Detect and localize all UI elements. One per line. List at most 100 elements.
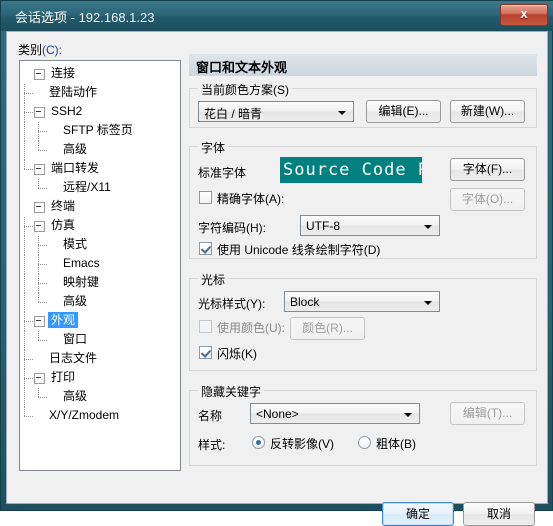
tree-guide (20, 179, 34, 198)
color-scheme-select[interactable]: 花白 / 暗青 (198, 101, 354, 122)
dialog-window: 会话选项 - 192.168.1.23 x 类别(C): 连接 登陆动作 SSH2 S… (0, 0, 553, 526)
standard-font-label: 标准字体 (198, 166, 247, 180)
tree-guide (20, 350, 34, 370)
tree-item[interactable]: 打印 (20, 369, 180, 389)
tree-collapse-icon[interactable] (34, 202, 45, 214)
tree-item[interactable]: 仿真 (20, 217, 180, 237)
font-preview-text: Source Code P (283, 160, 422, 180)
tree-item[interactable]: 登陆动作 (20, 84, 180, 104)
tree-item[interactable]: 模式 (20, 236, 180, 256)
color-scheme-value: 花白 / 暗青 (204, 107, 263, 121)
tree-item-label: 端口转发 (51, 161, 100, 175)
tree-guide (20, 198, 34, 217)
tree-item-label: 映射键 (63, 275, 100, 289)
tree-item[interactable]: X/Y/Zmodem (20, 407, 180, 426)
cursor-blink-label: 闪烁(K) (217, 347, 257, 361)
tree-guide (34, 255, 48, 275)
tree-item[interactable]: 高级 (20, 141, 180, 161)
category-label-text: 类别 (18, 43, 43, 57)
tree-item[interactable]: 高级 (20, 293, 180, 313)
cancel-button[interactable]: 取消 (463, 502, 535, 526)
keyword-name-select[interactable]: <None> (250, 403, 420, 424)
keyword-style-reverse-radio[interactable] (252, 436, 265, 449)
keyword-edit-button: 编辑(T)... (450, 402, 525, 425)
edit-scheme-button[interactable]: 编辑(E)... (366, 100, 441, 123)
tree-item[interactable]: SSH2 (20, 103, 180, 123)
new-scheme-button[interactable]: 新建(W)... (450, 100, 525, 123)
title-bar[interactable]: 会话选项 - 192.168.1.23 x (1, 1, 553, 31)
cursor-style-select[interactable]: Block (284, 291, 440, 312)
exact-font-checkbox[interactable] (199, 191, 212, 204)
tree-item[interactable]: 日志文件 (20, 350, 180, 370)
encoding-select[interactable]: UTF-8 (300, 215, 440, 236)
tree-item[interactable]: 端口转发 (20, 160, 180, 179)
chevron-down-icon (424, 225, 432, 229)
tree-guide (34, 388, 48, 407)
tree-item-label: 模式 (63, 237, 88, 251)
tree-guide (20, 293, 34, 313)
keyword-name-label: 名称 (198, 409, 223, 423)
font-group: 字体 标准字体 Source Code P 字体(F)... 精确字体(A): … (189, 139, 537, 259)
tree-item[interactable]: 连接 (20, 65, 180, 84)
tree-collapse-icon[interactable] (34, 107, 45, 119)
category-label: 类别(C): (18, 41, 62, 58)
tree-guide (20, 331, 34, 351)
tree-guide (34, 331, 48, 350)
tree-item[interactable]: SFTP 标签页 (20, 122, 180, 142)
keyword-style-bold-radio[interactable] (358, 436, 371, 449)
category-tree[interactable]: 连接 登陆动作 SSH2 SFTP 标签页 高级 端口转发 远程/X11 终端 仿真 模式 Emac… (19, 60, 181, 471)
choose-font-button[interactable]: 字体(F)... (450, 158, 525, 181)
unicode-line-drawing-checkbox[interactable] (199, 242, 212, 255)
cursor-group-title: 光标 (198, 271, 229, 288)
font-group-title: 字体 (198, 139, 229, 156)
chevron-down-icon (424, 301, 432, 305)
tree-item[interactable]: 高级 (20, 388, 180, 408)
tree-guide (20, 388, 34, 408)
keyword-group-title: 隐藏关键字 (198, 383, 265, 400)
keyword-name-value: <None> (256, 407, 299, 421)
keyword-style-label: 样式: (198, 438, 226, 452)
tree-guide (34, 274, 48, 294)
tree-item[interactable]: 远程/X11 (20, 179, 180, 198)
keyword-style-bold-label: 粗体(B) (376, 437, 416, 451)
cursor-blink-checkbox[interactable] (199, 346, 212, 359)
chevron-down-icon (338, 111, 346, 115)
tree-guide (20, 274, 34, 294)
window-title-host: 192.168.1.23 (78, 10, 155, 25)
window-title-sep: - (67, 10, 79, 25)
tree-collapse-icon[interactable] (34, 373, 45, 385)
tree-item[interactable]: 窗口 (20, 331, 180, 351)
color-scheme-group-title: 当前颜色方案(S) (198, 81, 292, 98)
window-title-main: 会话选项 (15, 10, 68, 25)
ok-button[interactable]: 确定 (382, 502, 454, 526)
tree-item-label: 登陆动作 (49, 85, 98, 99)
tree-collapse-icon[interactable] (34, 316, 45, 328)
tree-item-label: SFTP 标签页 (63, 123, 133, 137)
tree-item[interactable]: 映射键 (20, 274, 180, 294)
tree-item-label: 仿真 (51, 218, 76, 232)
keyword-style-reverse-label: 反转影像(V) (270, 437, 334, 451)
use-cursor-color-checkbox[interactable] (199, 320, 212, 333)
tree-item-label: SSH2 (51, 104, 83, 118)
close-icon[interactable]: x (500, 4, 548, 26)
tree-item-label: 外观 (48, 312, 79, 328)
tree-item-label: X/Y/Zmodem (49, 408, 120, 422)
tree-item[interactable]: 终端 (20, 198, 180, 217)
tree-guide (34, 293, 48, 312)
tree-guide (20, 160, 34, 179)
tree-collapse-icon[interactable] (34, 69, 45, 81)
pane-header-title: 窗口和文本外观 (196, 60, 288, 75)
tree-guide (20, 217, 34, 237)
tree-item[interactable]: Emacs (20, 255, 180, 275)
tree-collapse-icon[interactable] (34, 221, 45, 233)
tree-collapse-icon[interactable] (34, 164, 45, 176)
tree-item[interactable]: 外观 (20, 312, 180, 332)
